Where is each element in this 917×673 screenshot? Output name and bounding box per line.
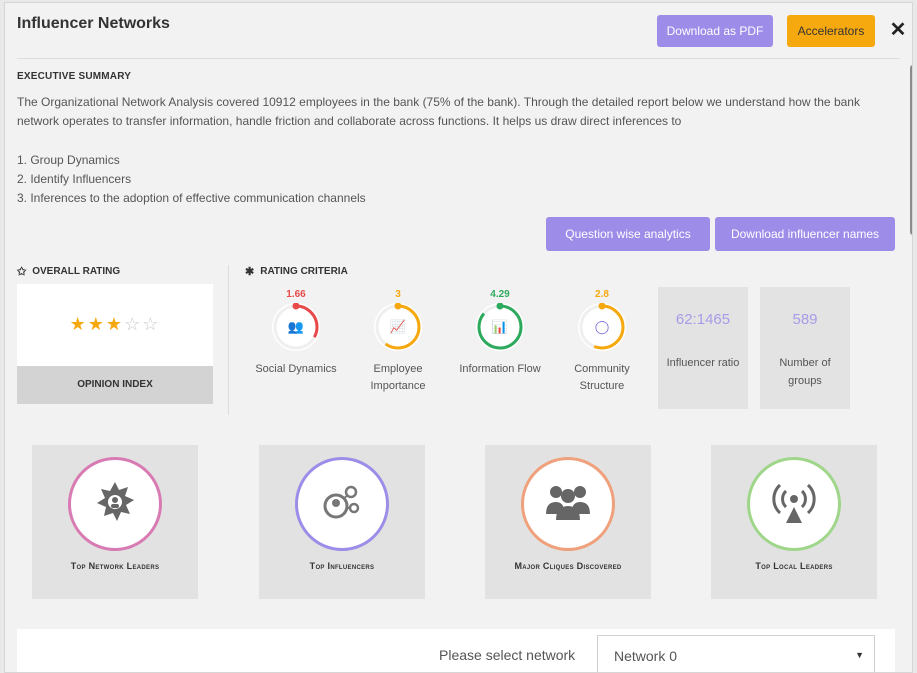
criterion-value: 3	[395, 289, 401, 300]
executive-summary-heading: EXECUTIVE SUMMARY	[17, 71, 132, 82]
bar-chart-icon: 📊	[491, 319, 509, 334]
tile-label: Top Influencers	[309, 561, 375, 571]
overall-rating-card: ★★★☆☆ OPINION INDEX	[17, 284, 213, 404]
tile-circle	[295, 457, 389, 551]
tile-circle	[747, 457, 841, 551]
network-select-label: Please select network	[439, 647, 576, 663]
rating-criterion: 2.8 ◯ Community Structure	[557, 289, 647, 395]
star-rating: ★★★☆☆	[17, 314, 213, 335]
ring-icon: ◯	[594, 319, 610, 334]
criterion-gauge: 📈	[374, 303, 422, 351]
opinion-index-label: OPINION INDEX	[17, 366, 213, 404]
modal-header: Influencer Networks Download as PDF Acce…	[17, 15, 906, 59]
tile-circle	[521, 457, 615, 551]
rating-criterion: 3 📈 Employee Importance	[353, 289, 443, 395]
influencer-ratio-stat: 62:1465 Influencer ratio	[658, 287, 748, 409]
network-leader-icon	[93, 480, 137, 529]
influencer-icon	[318, 478, 366, 531]
accelerators-button[interactable]: Accelerators	[787, 15, 875, 47]
star-filled-icon: ★	[87, 314, 106, 334]
criterion-value: 1.66	[286, 289, 306, 300]
criterion-label-2: Structure	[579, 380, 625, 392]
tile-label: Major Cliques Discovered	[514, 561, 622, 571]
download-influencer-names-button[interactable]: Download influencer names	[715, 217, 895, 251]
network-select[interactable]: Network 0 ▼	[597, 635, 875, 672]
download-pdf-button[interactable]: Download as PDF	[657, 15, 773, 47]
group-icon	[543, 480, 593, 529]
star-filled-icon: ★	[69, 314, 88, 334]
chevron-down-icon: ▼	[855, 650, 864, 660]
star-empty-icon: ☆	[142, 314, 161, 334]
people-icon: 👥	[287, 319, 305, 334]
summary-list: 1. Group Dynamics 2. Identify Influencer…	[17, 151, 366, 208]
trend-chart-icon: 📈	[389, 319, 407, 334]
close-icon[interactable]: ✕	[887, 17, 909, 43]
criterion-label-2: Importance	[370, 380, 426, 392]
rating-criteria-heading: ✱ RATING CRITERIA	[245, 266, 348, 278]
page-title: Influencer Networks	[17, 15, 170, 32]
criterion-label: Information Flow	[459, 363, 541, 375]
executive-summary-text: The Organizational Network Analysis cove…	[17, 95, 860, 128]
tile-influencer[interactable]: Top Influencers	[259, 445, 425, 599]
network-select-value: Network 0	[614, 648, 678, 664]
number-of-groups-value: 589	[792, 311, 818, 328]
list-item: 3. Inferences to the adoption of effecti…	[17, 191, 366, 205]
star-filled-icon: ★	[105, 314, 125, 334]
criterion-gauge: 📊	[476, 303, 524, 351]
list-item: 1. Group Dynamics	[17, 153, 120, 167]
scrollbar[interactable]	[910, 65, 912, 235]
tile-label: Top Local Leaders	[755, 561, 833, 571]
rating-criterion: 4.29 📊 Information Flow	[455, 289, 545, 378]
tile-label: Top Network Leaders	[70, 561, 160, 571]
list-item: 2. Identify Influencers	[17, 172, 132, 186]
section-divider	[228, 265, 229, 415]
tile-network-leader[interactable]: Top Network Leaders	[32, 445, 198, 599]
influencer-ratio-label: Influencer ratio	[666, 357, 740, 369]
tile-circle	[68, 457, 162, 551]
gear-icon: ✱	[245, 266, 255, 278]
number-of-groups-stat: 589 Number of groups	[760, 287, 850, 409]
tile-group[interactable]: Major Cliques Discovered	[485, 445, 651, 599]
number-of-groups-label-2: groups	[788, 375, 822, 387]
star-outline-icon: ✩	[17, 266, 27, 278]
criterion-label: Social Dynamics	[255, 363, 337, 375]
network-select-bar: Please select network Network 0 ▼	[17, 629, 895, 672]
rating-criterion: 1.66 👥 Social Dynamics	[251, 289, 341, 378]
question-wise-analytics-button[interactable]: Question wise analytics	[546, 217, 710, 251]
criterion-gauge: 👥	[272, 303, 320, 351]
criterion-gauge: ◯	[578, 303, 626, 351]
criterion-label: Community	[574, 363, 630, 375]
criterion-label: Employee	[373, 363, 423, 375]
tile-broadcast[interactable]: Top Local Leaders	[711, 445, 877, 599]
criterion-value: 4.29	[490, 289, 510, 300]
overall-rating-heading: ✩ OVERALL RATING	[17, 266, 121, 278]
influencer-networks-modal: Influencer Networks Download as PDF Acce…	[4, 2, 913, 673]
influencer-ratio-value: 62:1465	[675, 311, 731, 328]
criterion-value: 2.8	[595, 289, 609, 300]
star-empty-icon: ☆	[124, 314, 143, 334]
number-of-groups-label: Number of	[779, 357, 831, 369]
broadcast-icon	[769, 477, 819, 532]
